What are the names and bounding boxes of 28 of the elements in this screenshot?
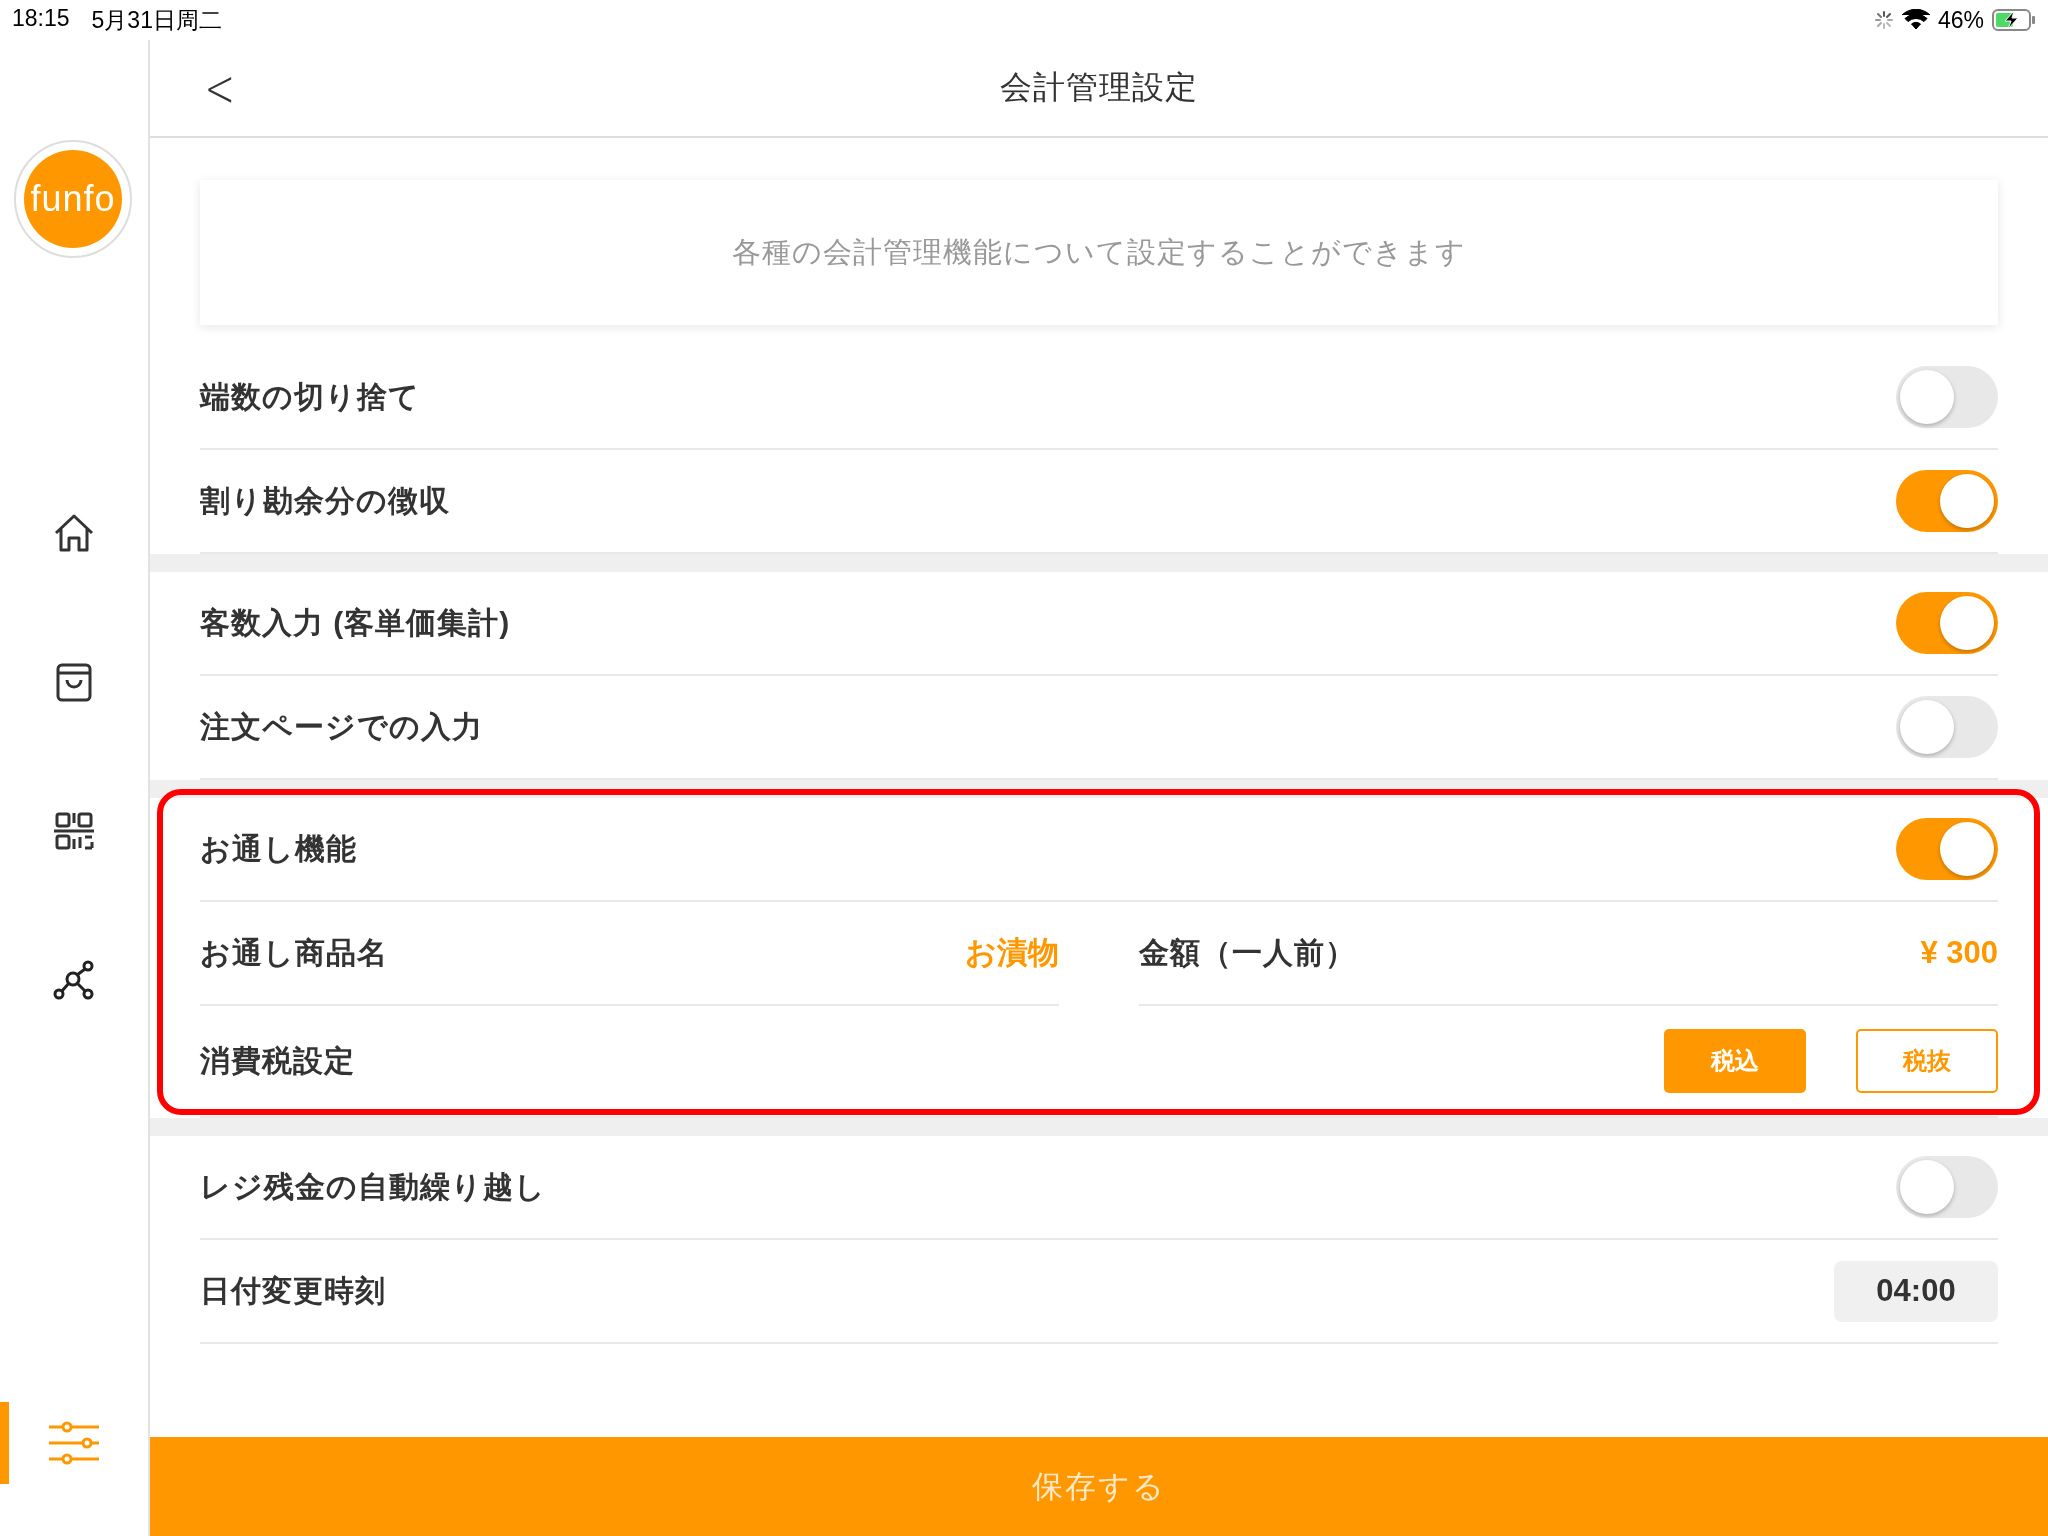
sliders-icon (47, 1419, 101, 1467)
battery-charging-icon (1992, 9, 2036, 31)
setting-label: 客数入力 (客単価集計) (200, 604, 512, 641)
setting-label: レジ残金の自動繰り越し (200, 1168, 547, 1205)
setting-label: 端数の切り捨て (200, 378, 421, 415)
setting-label: 割り勘余分の徴収 (200, 482, 451, 519)
battery-percent: 46% (1937, 6, 1984, 34)
clock-time: 18:15 (12, 4, 70, 33)
setting-label: お通し商品名 (200, 934, 389, 971)
tax-option-button[interactable]: 税込 (1664, 1029, 1806, 1093)
setting-value[interactable]: ¥ 300 (1920, 935, 1998, 971)
status-date: 5月31日周二 (91, 5, 222, 35)
description-card: 各種の会計管理機能について設定することができます (200, 180, 1998, 325)
loading-icon (1873, 10, 1894, 30)
wifi-icon (1901, 9, 1930, 31)
tax-option-button[interactable]: 税抜 (1856, 1029, 1998, 1093)
network-icon (52, 958, 96, 1002)
setting-label: 消費税設定 (200, 1042, 356, 1079)
time-value-button[interactable]: 04:00 (1834, 1260, 1998, 1322)
setting-value[interactable]: お漬物 (965, 932, 1059, 974)
page-title: 会計管理設定 (1000, 68, 1198, 107)
setting-label: 金額（一人前） (1139, 934, 1357, 971)
setting-label: 日付変更時刻 (200, 1272, 387, 1309)
setting-label: お通し機能 (200, 830, 358, 867)
logo-text: funfo (24, 150, 122, 248)
save-button[interactable]: 保存する (150, 1437, 2048, 1536)
setting-label: 注文ページでの入力 (200, 708, 484, 745)
back-button[interactable]: < (197, 60, 243, 116)
